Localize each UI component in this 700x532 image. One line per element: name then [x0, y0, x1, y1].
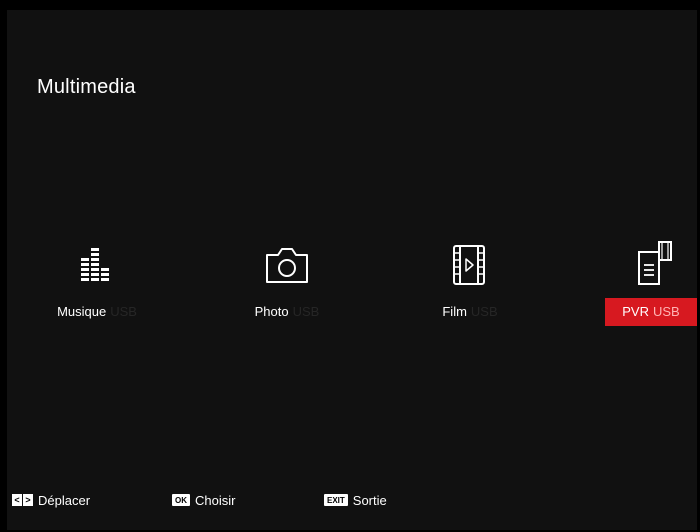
footer-hint-exit: EXIT Sortie — [324, 490, 387, 510]
arrow-keys-icon: < > — [12, 494, 33, 506]
tile-label: PVR USB — [605, 298, 697, 326]
equalizer-icon — [81, 248, 109, 281]
tile-pvr[interactable]: PVR USB — [605, 228, 697, 328]
tile-musique-source: USB — [110, 304, 137, 319]
footer-ok-label: Choisir — [195, 492, 236, 508]
ok-key-icon: OK — [172, 494, 190, 506]
tile-label: Film USB — [422, 298, 518, 326]
arrow-left-key: < — [12, 494, 22, 506]
footer-hint-move: < > Déplacer — [12, 490, 90, 510]
recording-icon — [638, 241, 672, 285]
tile-label: Musique USB — [51, 298, 143, 326]
tile-film-label: Film — [442, 304, 467, 319]
film-icon — [453, 245, 485, 285]
footer-hint-ok: OK Choisir — [172, 490, 235, 510]
tile-label: Photo USB — [239, 298, 335, 326]
page-title: Multimedia — [37, 76, 136, 98]
tile-photo-source: USB — [292, 304, 320, 319]
tile-musique[interactable]: Musique USB — [47, 228, 147, 328]
tile-film[interactable]: Film USB — [420, 228, 520, 328]
tile-photo[interactable]: Photo USB — [237, 228, 337, 328]
tile-photo-label: Photo — [254, 304, 289, 319]
tile-film-source: USB — [470, 304, 498, 319]
tile-musique-label: Musique — [57, 304, 107, 319]
camera-icon — [266, 248, 308, 283]
multimedia-screen: Multimedia Musique USB Photo USB Film US… — [7, 10, 697, 530]
tile-pvr-source: USB — [653, 304, 680, 319]
footer-move-label: Déplacer — [38, 492, 91, 508]
footer-exit-label: Sortie — [352, 492, 387, 508]
exit-key-icon: EXIT — [324, 494, 348, 506]
tile-pvr-label: PVR — [622, 304, 649, 319]
arrow-right-key: > — [23, 494, 33, 506]
